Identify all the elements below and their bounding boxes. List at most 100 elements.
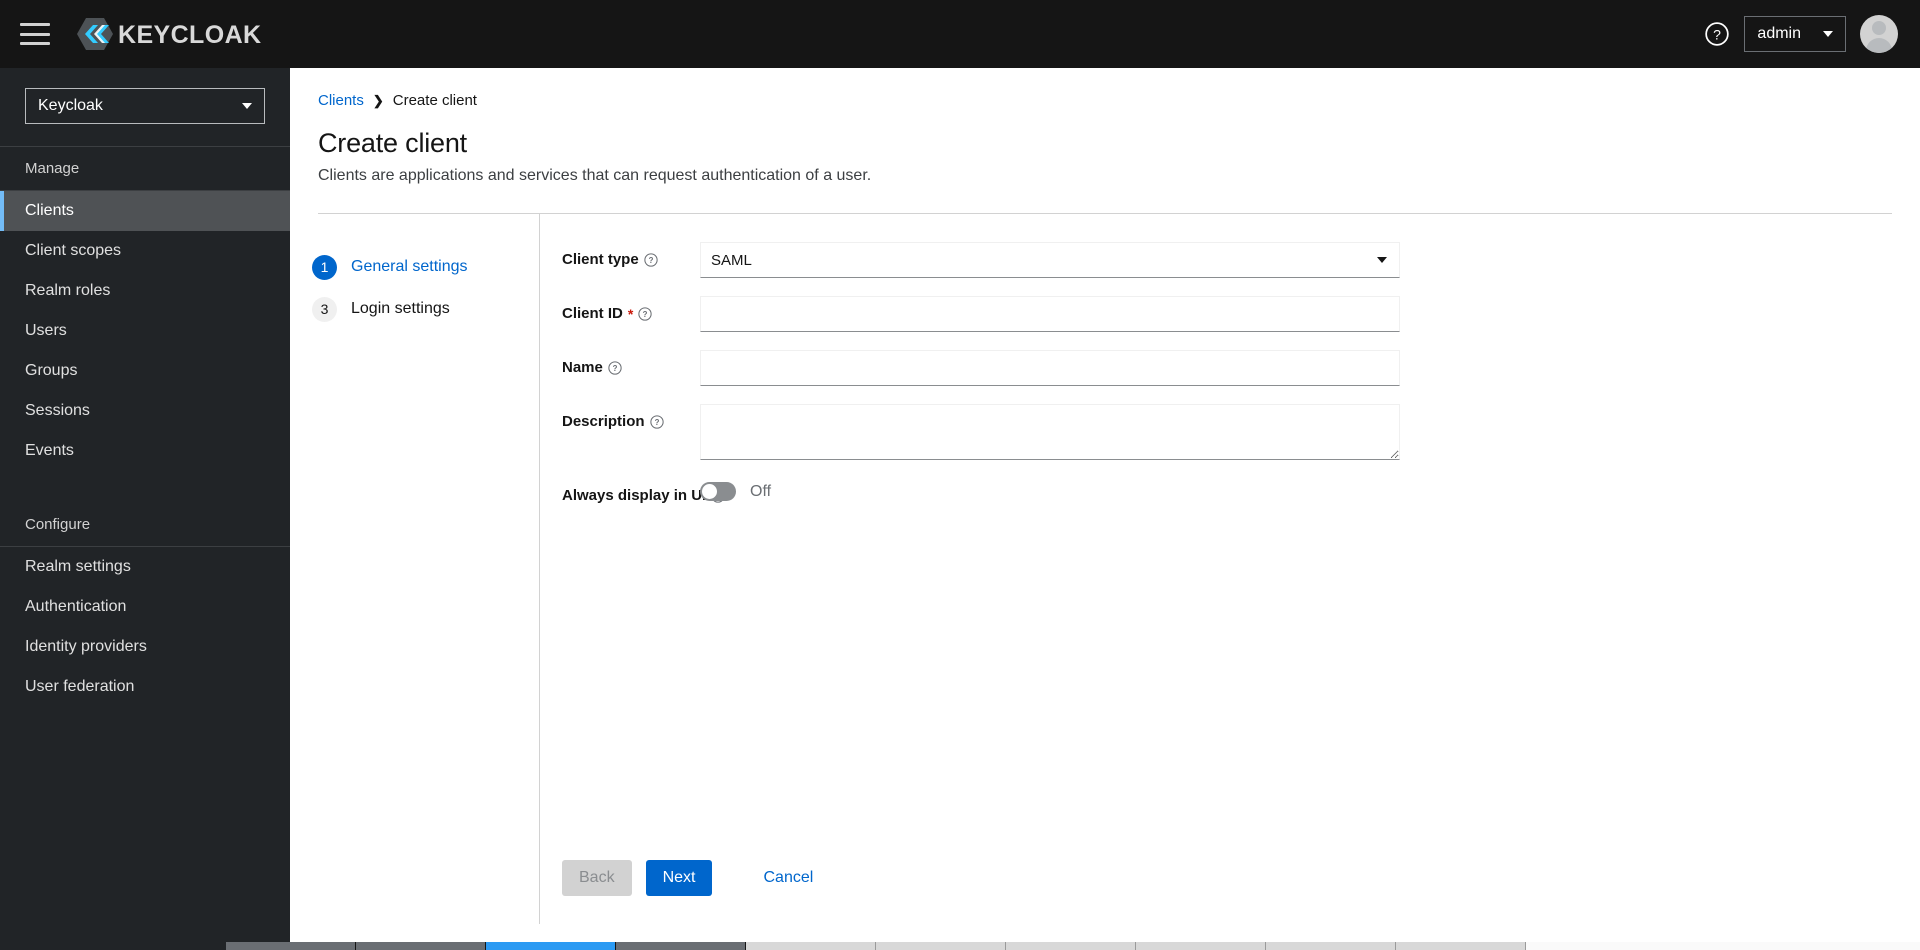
sidebar-item-events[interactable]: Events [0, 431, 290, 471]
chevron-down-icon [1823, 31, 1833, 37]
wizard-steps: 1 General settings 3 Login settings [290, 214, 540, 924]
taskbar-item[interactable] [1136, 942, 1266, 950]
wizard-step-login-settings[interactable]: 3 Login settings [312, 288, 539, 330]
wizard-footer: Back Next Cancel [562, 860, 827, 896]
sidebar-item-label: Identity providers [25, 638, 147, 655]
form-row-client-type: Client type ? SAML [562, 242, 1920, 278]
help-icon[interactable]: ? [608, 360, 622, 375]
admin-user-dropdown[interactable]: admin [1744, 16, 1846, 52]
sidebar-item-user-federation[interactable]: User federation [0, 667, 290, 707]
label-description: Description ? [562, 404, 700, 430]
client-id-input[interactable] [700, 296, 1400, 332]
label-client-type: Client type ? [562, 242, 700, 268]
keycloak-logo[interactable]: KEYCLOAK [72, 14, 272, 54]
chevron-down-icon [1377, 257, 1387, 263]
form-row-always-display-in-ui: Always display in UI ? Off [562, 478, 1920, 504]
taskbar-item[interactable] [616, 942, 746, 950]
taskbar-item[interactable] [1266, 942, 1396, 950]
sidebar-item-authentication[interactable]: Authentication [0, 587, 290, 627]
step-label: General settings [351, 258, 468, 275]
sidebar-item-label: Events [25, 442, 74, 459]
sidebar-item-groups[interactable]: Groups [0, 351, 290, 391]
sidebar-item-realm-settings[interactable]: Realm settings [0, 547, 290, 587]
sidebar-item-sessions[interactable]: Sessions [0, 391, 290, 431]
realm-selector[interactable]: Keycloak [25, 88, 265, 124]
svg-text:?: ? [612, 364, 617, 373]
svg-text:?: ? [654, 418, 659, 427]
required-indicator: * [627, 305, 634, 322]
realm-selector-value: Keycloak [38, 97, 103, 114]
sidebar-item-users[interactable]: Users [0, 311, 290, 351]
wizard-step-general-settings[interactable]: 1 General settings [312, 246, 539, 288]
masthead-toolbar: ? admin [1704, 15, 1920, 53]
main-content: Clients ❯ Create client Create client Cl… [290, 68, 1920, 950]
taskbar-item[interactable] [1396, 942, 1526, 950]
taskbar-left [0, 942, 226, 950]
form-row-description: Description ? [562, 404, 1920, 460]
label-text: Always display in UI [562, 487, 707, 504]
svg-text:?: ? [643, 310, 648, 319]
sidebar-item-label: Groups [25, 362, 78, 379]
sidebar-item-label: Authentication [25, 598, 127, 615]
page-title: Create client [318, 128, 467, 158]
admin-user-label: admin [1757, 25, 1801, 42]
help-icon[interactable]: ? [644, 252, 658, 267]
step-number: 1 [312, 254, 337, 280]
help-icon[interactable]: ? [649, 414, 664, 429]
step-number: 3 [312, 296, 337, 322]
help-icon[interactable]: ? [1704, 21, 1730, 47]
page-header: Clients ❯ Create client Create client Cl… [290, 68, 1920, 214]
page-subtitle: Clients are applications and services th… [318, 167, 872, 184]
sidebar-item-label: Realm roles [25, 282, 111, 299]
label-text: Name [562, 359, 603, 376]
back-button[interactable]: Back [562, 860, 632, 896]
form-row-name: Name ? [562, 350, 1920, 386]
taskbar-item[interactable] [876, 942, 1006, 950]
nav-group-title-manage: Manage [25, 160, 80, 177]
taskbar-empty-area [1526, 942, 1920, 950]
breadcrumb-link-clients[interactable]: Clients [318, 92, 364, 109]
form-row-client-id: Client ID * ? [562, 296, 1920, 332]
label-text: Client ID [562, 305, 623, 322]
label-name: Name ? [562, 350, 700, 376]
nav-group-title-configure: Configure [25, 516, 91, 533]
os-taskbar [0, 942, 1920, 950]
taskbar-item[interactable] [356, 942, 486, 950]
avatar[interactable] [1860, 15, 1898, 53]
svg-text:KEYCLOAK: KEYCLOAK [118, 21, 261, 49]
name-input[interactable] [700, 350, 1400, 386]
sidebar-item-label: User federation [25, 678, 135, 695]
taskbar-item[interactable] [1006, 942, 1136, 950]
cancel-button[interactable]: Cancel [749, 860, 827, 896]
taskbar-item[interactable] [746, 942, 876, 950]
toggle-knob [702, 484, 717, 499]
client-type-value: SAML [711, 251, 752, 269]
toggle-state-label: Off [750, 482, 772, 500]
sidebar-item-identity-providers[interactable]: Identity providers [0, 627, 290, 667]
masthead: KEYCLOAK ? admin [0, 0, 1920, 68]
breadcrumb-separator-icon: ❯ [372, 92, 384, 108]
always-display-in-ui-toggle[interactable] [700, 482, 736, 501]
sidebar-item-label: Client scopes [25, 242, 122, 259]
label-text: Client type [562, 251, 639, 268]
help-icon[interactable]: ? [638, 306, 652, 321]
sidebar-item-realm-roles[interactable]: Realm roles [0, 271, 290, 311]
sidebar-item-client-scopes[interactable]: Client scopes [0, 231, 290, 271]
hamburger-menu-icon[interactable] [20, 23, 50, 45]
client-type-select[interactable]: SAML [700, 242, 1400, 278]
svg-text:?: ? [1714, 26, 1722, 42]
create-client-wizard: 1 General settings 3 Login settings Clie… [290, 214, 1920, 924]
sidebar-item-label: Sessions [25, 402, 90, 419]
next-button[interactable]: Next [645, 860, 713, 896]
chevron-down-icon [242, 103, 252, 109]
breadcrumb-current: Create client [392, 92, 477, 109]
taskbar-item-active[interactable] [486, 942, 616, 950]
sidebar-item-label: Clients [25, 202, 74, 219]
wizard-form: Client type ? SAML Client ID * ? Name ? … [540, 214, 1920, 924]
sidebar-item-clients[interactable]: Clients [0, 191, 290, 231]
label-client-id: Client ID * ? [562, 296, 700, 322]
sidebar-item-label: Realm settings [25, 558, 131, 575]
taskbar-items [226, 942, 1920, 950]
description-textarea[interactable] [700, 404, 1400, 460]
taskbar-item[interactable] [226, 942, 356, 950]
